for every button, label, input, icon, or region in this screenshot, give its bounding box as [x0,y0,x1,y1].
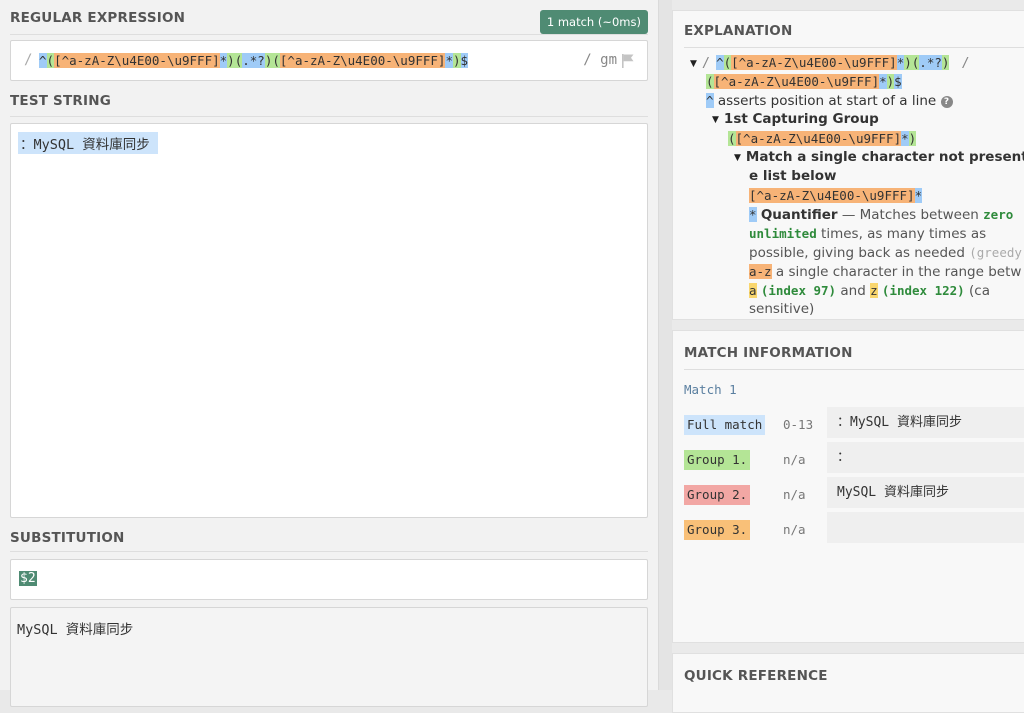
regex-flags[interactable]: / gm [583,52,617,68]
explanation-match-title-cont: e list below [749,168,837,184]
divider-line [684,369,1024,370]
regex-token-group1-close: ) [227,53,235,68]
match-range: 0-13 [783,417,814,432]
match-value: MySQL 資料庫同步 [827,477,1024,508]
explanation-panel: EXPLANATION ▼ / ^([^a-zA-Z\u4E00-\u9FFF]*)… [672,10,1024,320]
test-string-text: ：MySQL 資料庫同步 [18,132,158,154]
match-value: ： [827,442,1024,473]
triangle-down-icon[interactable]: ▼ [690,59,697,69]
flag-icon[interactable] [621,53,635,69]
triangle-down-icon[interactable]: ▼ [734,153,741,163]
match-count-badge: 1 match (~0ms) [539,10,648,34]
explanation-group1-title: 1st Capturing Group [723,111,879,127]
divider-line [10,551,648,552]
right-pane: EXPLANATION ▼ / ^([^a-zA-Z\u4E00-\u9FFF]*)… [672,0,1024,713]
substitution-result-text: MySQL 資料庫同步 [17,622,134,638]
help-icon[interactable]: ? [940,96,953,108]
explanation-class-token: [^a-zA-Z\u4E00-\u9FFF] [749,188,915,203]
explanation-token-caret: ^ [706,93,714,108]
test-string-editor[interactable]: ：MySQL 資料庫同步 [10,123,648,518]
explanation-pattern-line1: ^([^a-zA-Z\u4E00-\u9FFF]*)(.*?) [716,55,950,70]
divider-line [10,116,648,117]
regex-delimiter-open: / [24,52,33,68]
regex-input[interactable]: / ^([^a-zA-Z\u4E00-\u9FFF]*)(.*?)([^a-zA… [10,40,648,81]
regex-token-dot: . [242,53,250,68]
regex-token-group3-close: ) [453,53,461,68]
match-value: ：MySQL 資料庫同步 [827,407,1024,438]
match-range: n/a [783,452,806,467]
regex-token-lazy: *? [249,53,265,68]
match-information-title: MATCH INFORMATION [684,345,853,361]
left-pane: REGULAR EXPRESSION 1 match (~0ms) / ^([^… [0,0,658,707]
substitution-section-title: SUBSTITUTION [10,530,125,546]
match-row-full: Full match 0-13 ：MySQL 資料庫同步 [684,407,1024,438]
regex-token-star2: * [445,53,453,68]
regex-pattern[interactable]: ^([^a-zA-Z\u4E00-\u9FFF]*)(.*?)([^a-zA-Z… [39,53,469,69]
match-row-group3: Group 3. n/a [684,512,1024,543]
triangle-down-icon[interactable]: ▼ [712,115,719,125]
regex-section-title: REGULAR EXPRESSION [10,10,186,26]
divider-line [684,47,1024,48]
match-tag: Group 2. [684,485,751,505]
match-tag: Group 3. [684,520,751,540]
regex-token-dollar: $ [460,53,469,68]
match-range: n/a [783,522,806,537]
match-row-group2: Group 2. n/a MySQL 資料庫同步 [684,477,1024,508]
substitution-input[interactable]: $2 [10,559,648,600]
match-range: n/a [783,487,806,502]
quick-reference-panel: QUICK REFERENCE [672,653,1024,713]
match-tag: Full match [684,415,766,435]
explanation-match-title: Match a single character not present [745,149,1024,165]
explanation-quant-label: Quantifier [760,207,838,223]
test-string-section-title: TEST STRING [10,93,111,109]
explanation-title: EXPLANATION [684,23,793,39]
quick-reference-title[interactable]: QUICK REFERENCE [684,668,828,684]
regex-token-group1-open: ( [46,53,55,68]
explanation-group1-token: ([^a-zA-Z\u4E00-\u9FFF]*) [728,131,917,146]
divider-line [10,34,648,35]
match-row-group1: Group 1. n/a ： [684,442,1024,473]
substitution-text: $2 [19,571,37,586]
substitution-result: MySQL 資料庫同步 [10,607,648,707]
regex-token-group3-open: ( [272,53,280,68]
explanation-pattern-line2: ([^a-zA-Z\u4E00-\u9FFF]*)$ [706,74,902,89]
explanation-class-star: * [914,188,923,203]
explanation-quant-star: * [749,207,757,222]
match-label: Match 1 [684,382,737,397]
pane-divider[interactable] [658,0,672,690]
explanation-az-token: a-z [749,264,772,279]
regex-token-class2: [^a-zA-Z\u4E00-\u9FFF] [279,53,446,68]
regex-token-class1: [^a-zA-Z\u4E00-\u9FFF] [54,53,220,68]
match-information-panel: MATCH INFORMATION Match 1 Full match 0-1… [672,330,1024,643]
match-tag: Group 1. [684,450,751,470]
match-value [827,512,1024,543]
explanation-caret-desc: asserts position at start of a line [717,93,937,109]
regex-token-caret: ^ [39,53,47,68]
